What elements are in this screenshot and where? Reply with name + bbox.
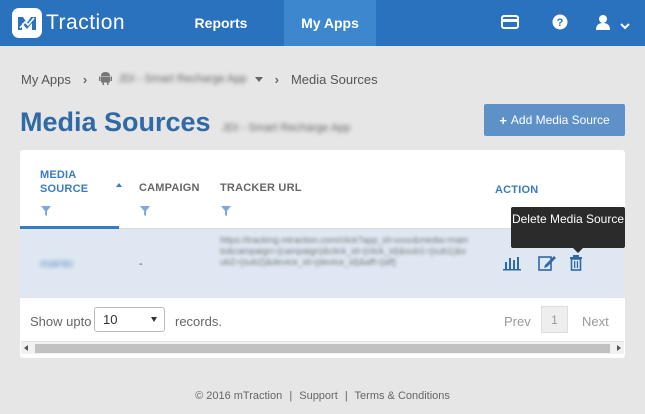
- column-header-media-source[interactable]: MEDIA SOURCE: [40, 168, 88, 196]
- chevron-right-icon: ›: [82, 71, 88, 87]
- add-media-source-button[interactable]: + Add Media Source: [484, 104, 625, 136]
- help-icon[interactable]: ?: [552, 14, 568, 35]
- column-header-tracker-url[interactable]: TRACKER URL: [220, 182, 302, 194]
- support-link[interactable]: Support: [299, 390, 338, 402]
- footer-separator: |: [344, 390, 348, 402]
- page-subtitle: JDI - Smart Recharge App: [222, 122, 351, 134]
- delete-tooltip: Delete Media Source: [511, 207, 625, 248]
- bar-chart-icon[interactable]: [502, 254, 522, 272]
- column-header-campaign[interactable]: CAMPAIGN: [139, 182, 200, 194]
- logo-icon: [12, 8, 42, 38]
- filter-icon[interactable]: [40, 205, 52, 217]
- chevron-right-icon: ›: [274, 71, 279, 87]
- nav-reports[interactable]: Reports: [178, 0, 264, 46]
- page-size-select[interactable]: 10: [94, 307, 165, 332]
- breadcrumb-my-apps[interactable]: My Apps: [21, 72, 71, 87]
- top-navbar: Traction Reports My Apps ?: [0, 0, 645, 46]
- prev-page-button[interactable]: Prev: [504, 314, 531, 329]
- show-upto-label: Show upto: [30, 314, 92, 329]
- current-page-number[interactable]: 1: [541, 306, 568, 333]
- user-icon[interactable]: [595, 14, 611, 35]
- android-icon: [99, 71, 113, 88]
- next-page-button[interactable]: Next: [582, 314, 609, 329]
- records-label: records.: [175, 314, 222, 329]
- nav-my-apps[interactable]: My Apps: [284, 0, 376, 46]
- media-sources-table-card: MEDIA SOURCE CAMPAIGN TRACKER URL ACTION…: [20, 150, 625, 358]
- dropdown-arrow-icon: [151, 317, 157, 322]
- trash-icon[interactable]: [568, 254, 588, 272]
- media-source-cell[interactable]: mainto: [40, 258, 73, 270]
- breadcrumb: My Apps › JDI - Smart Recharge App › Med…: [21, 70, 378, 88]
- page-size-value: 10: [103, 312, 118, 327]
- column-header-action: ACTION: [495, 184, 539, 196]
- copyright-text: © 2016 mTraction: [195, 390, 283, 402]
- campaign-cell: -: [139, 258, 143, 270]
- footer-separator: |: [289, 390, 293, 402]
- breadcrumb-current: Media Sources: [290, 71, 378, 87]
- scrollbar-thumb[interactable]: [35, 344, 610, 353]
- tooltip-arrow: [573, 248, 583, 253]
- plus-icon: +: [499, 112, 507, 128]
- terms-link[interactable]: Terms & Conditions: [355, 390, 450, 402]
- filter-icon[interactable]: [220, 205, 232, 217]
- scroll-left-arrow-icon[interactable]: [24, 345, 28, 351]
- edit-icon[interactable]: [537, 254, 557, 272]
- app-dropdown-caret-icon[interactable]: [254, 76, 263, 82]
- chevron-down-icon[interactable]: [620, 18, 630, 36]
- table-footer-divider: [20, 297, 625, 298]
- add-media-source-label: Add Media Source: [510, 113, 610, 127]
- filter-icon[interactable]: [139, 205, 151, 217]
- tracker-url-cell: https://tracking.mtraction.com/click?app…: [220, 235, 469, 267]
- logo[interactable]: Traction: [12, 8, 125, 38]
- logo-text: Traction: [46, 11, 126, 34]
- page-title: Media Sources: [20, 107, 211, 137]
- breadcrumb-app-name[interactable]: JDI - Smart Recharge App: [118, 73, 246, 85]
- sort-ascending-icon[interactable]: [116, 183, 122, 187]
- page-footer: © 2016 mTraction | Support | Terms & Con…: [0, 390, 645, 402]
- credit-card-icon[interactable]: [501, 15, 519, 34]
- horizontal-scrollbar[interactable]: [21, 341, 624, 354]
- svg-text:?: ?: [557, 17, 564, 29]
- scroll-right-arrow-icon[interactable]: [617, 345, 621, 351]
